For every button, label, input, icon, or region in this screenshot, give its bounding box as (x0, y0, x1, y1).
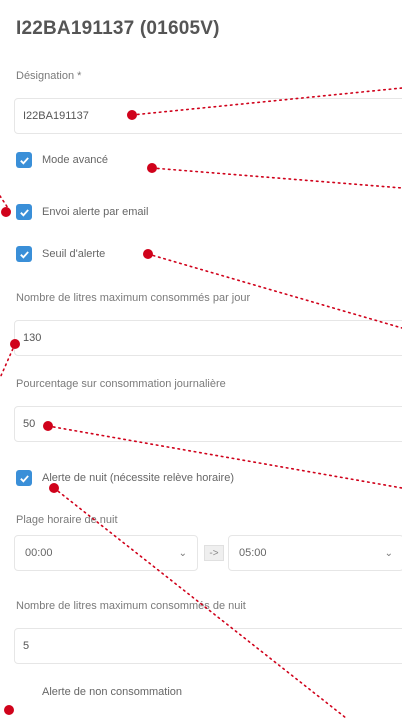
pourcentage-input[interactable]: 50 (14, 406, 402, 442)
designation-value: I22BA191137 (23, 110, 89, 122)
litres-nuit-label: Nombre de litres maximum consommés de nu… (16, 600, 246, 612)
plage-end-value: 05:00 (239, 547, 267, 559)
pourcentage-value: 50 (23, 418, 36, 430)
non-consommation-label: Alerte de non consommation (42, 686, 183, 698)
envoi-alerte-checkbox[interactable]: Envoi alerte par email (16, 204, 148, 220)
designation-label: Désignation * (16, 70, 82, 82)
pourcentage-label: Pourcentage sur consommation journalière (16, 378, 226, 390)
litres-nuit-input[interactable]: 5 (14, 628, 402, 664)
litres-jour-value: 130 (23, 332, 42, 344)
plage-horaire-label: Plage horaire de nuit (16, 514, 118, 526)
chevron-down-icon: ⌄ (178, 547, 187, 559)
litres-nuit-value: 5 (23, 640, 30, 652)
seuil-alerte-label: Seuil d'alerte (42, 248, 106, 260)
mode-avance-checkbox[interactable]: Mode avancé (16, 152, 108, 168)
annotation-dot (143, 249, 153, 259)
non-consommation-checkbox[interactable]: Alerte de non consommation (16, 684, 182, 700)
check-icon (16, 152, 32, 168)
check-icon (16, 246, 32, 262)
range-separator: -> (204, 545, 224, 561)
annotation-dot (1, 207, 11, 217)
page-title: I22BA191137 (01605V) (16, 18, 220, 39)
litres-jour-label: Nombre de litres maximum consommés par j… (16, 292, 251, 304)
check-icon (16, 204, 32, 220)
alerte-nuit-label: Alerte de nuit (nécessite relève horaire… (42, 472, 234, 484)
envoi-alerte-label: Envoi alerte par email (42, 206, 149, 218)
annotation-dot (4, 705, 14, 715)
plage-start-select[interactable]: 00:00 ⌄ (14, 535, 198, 571)
chevron-down-icon: ⌄ (384, 547, 393, 559)
seuil-alerte-checkbox[interactable]: Seuil d'alerte (16, 246, 105, 262)
alerte-nuit-checkbox[interactable]: Alerte de nuit (nécessite relève horaire… (16, 470, 234, 486)
plage-end-select[interactable]: 05:00 ⌄ (228, 535, 402, 571)
mode-avance-label: Mode avancé (42, 154, 109, 166)
plage-start-value: 00:00 (25, 547, 53, 559)
designation-input[interactable]: I22BA191137 (14, 98, 402, 134)
annotation-dot (147, 163, 157, 173)
litres-jour-input[interactable]: 130 (14, 320, 402, 356)
check-icon (16, 470, 32, 486)
checkbox-empty-icon (16, 684, 32, 700)
